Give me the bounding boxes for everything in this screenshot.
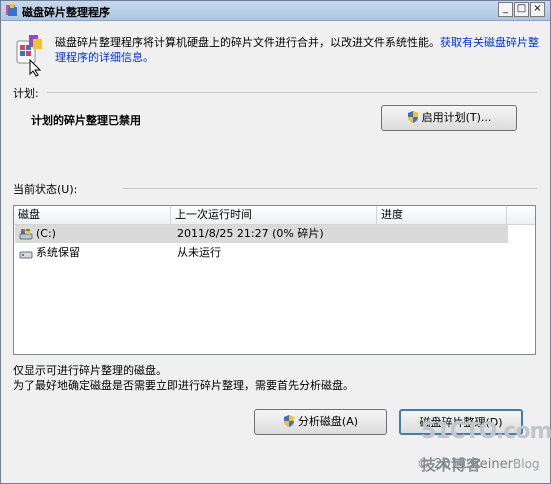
- schedule-label: 计划:: [13, 87, 39, 100]
- intro-text: 磁盘碎片整理程序将计算机硬盘上的碎片文件进行合并，以改进文件系统性能。: [55, 36, 440, 49]
- analyze-disk-label: 分析磁盘(A): [297, 415, 359, 428]
- disk-last-run: 2011/8/25 21:27 (0% 碎片): [177, 227, 324, 240]
- main-content: 磁盘碎片整理程序将计算机硬盘上的碎片文件进行合并，以改进文件系统性能。获取有关磁…: [1, 21, 551, 483]
- disk-row-reserved[interactable]: 系统保留 从未运行: [15, 244, 508, 262]
- disk-name: 系统保留: [36, 246, 80, 259]
- analyze-disk-button[interactable]: 分析磁盘(A): [254, 409, 387, 435]
- disk-list[interactable]: 磁盘 上一次运行时间 进度 (C:) 2011/8/25 21:27 (0% 碎…: [13, 205, 536, 355]
- current-status-label: 当前状态(U):: [13, 183, 78, 196]
- schedule-separator: [47, 92, 537, 93]
- column-progress[interactable]: 进度: [377, 206, 507, 224]
- shield-icon: [407, 111, 418, 123]
- defrag-app-icon: [6, 4, 17, 16]
- drive-reserved-icon: [19, 251, 33, 259]
- column-last-run[interactable]: 上一次运行时间: [171, 206, 377, 224]
- column-disk[interactable]: 磁盘: [14, 206, 171, 224]
- status-separator: [123, 188, 537, 189]
- mouse-cursor-icon: [29, 59, 42, 77]
- drive-c-icon: [19, 229, 33, 240]
- close-button[interactable]: ×: [530, 2, 545, 17]
- note-line-1: 仅显示可进行碎片整理的磁盘。: [13, 364, 167, 377]
- watermark-sub: 技术博客: [421, 456, 482, 474]
- enable-schedule-label: 启用计划(T)...: [421, 111, 492, 124]
- minimize-button[interactable]: _: [498, 2, 513, 17]
- window-title: 磁盘碎片整理程序: [22, 6, 110, 19]
- title-bar[interactable]: 磁盘碎片整理程序 _ □ ×: [1, 1, 550, 21]
- watermark-blog: Blog: [513, 457, 540, 471]
- schedule-status: 计划的碎片整理已禁用: [31, 114, 141, 127]
- watermark-brand: 51CTO.com: [421, 419, 551, 444]
- disk-list-header: 磁盘 上一次运行时间 进度: [14, 206, 535, 225]
- enable-schedule-button[interactable]: 启用计划(T)...: [381, 105, 517, 131]
- disk-last-run: 从未运行: [177, 246, 221, 259]
- intro-description: 磁盘碎片整理程序将计算机硬盘上的碎片文件进行合并，以改进文件系统性能。获取有关磁…: [55, 35, 540, 65]
- defrag-window: 磁盘碎片整理程序 _ □ × 磁盘碎片整理程序将计算机硬盘上的碎片文件进行合并，…: [0, 0, 551, 484]
- note-line-2: 为了最好地确定磁盘是否需要立即进行碎片整理，需要首先分析磁盘。: [13, 379, 354, 392]
- maximize-button[interactable]: □: [514, 2, 529, 17]
- shield-icon: [283, 415, 294, 427]
- disk-name: (C:): [36, 227, 56, 240]
- disk-row-c[interactable]: (C:) 2011/8/25 21:27 (0% 碎片): [15, 225, 508, 243]
